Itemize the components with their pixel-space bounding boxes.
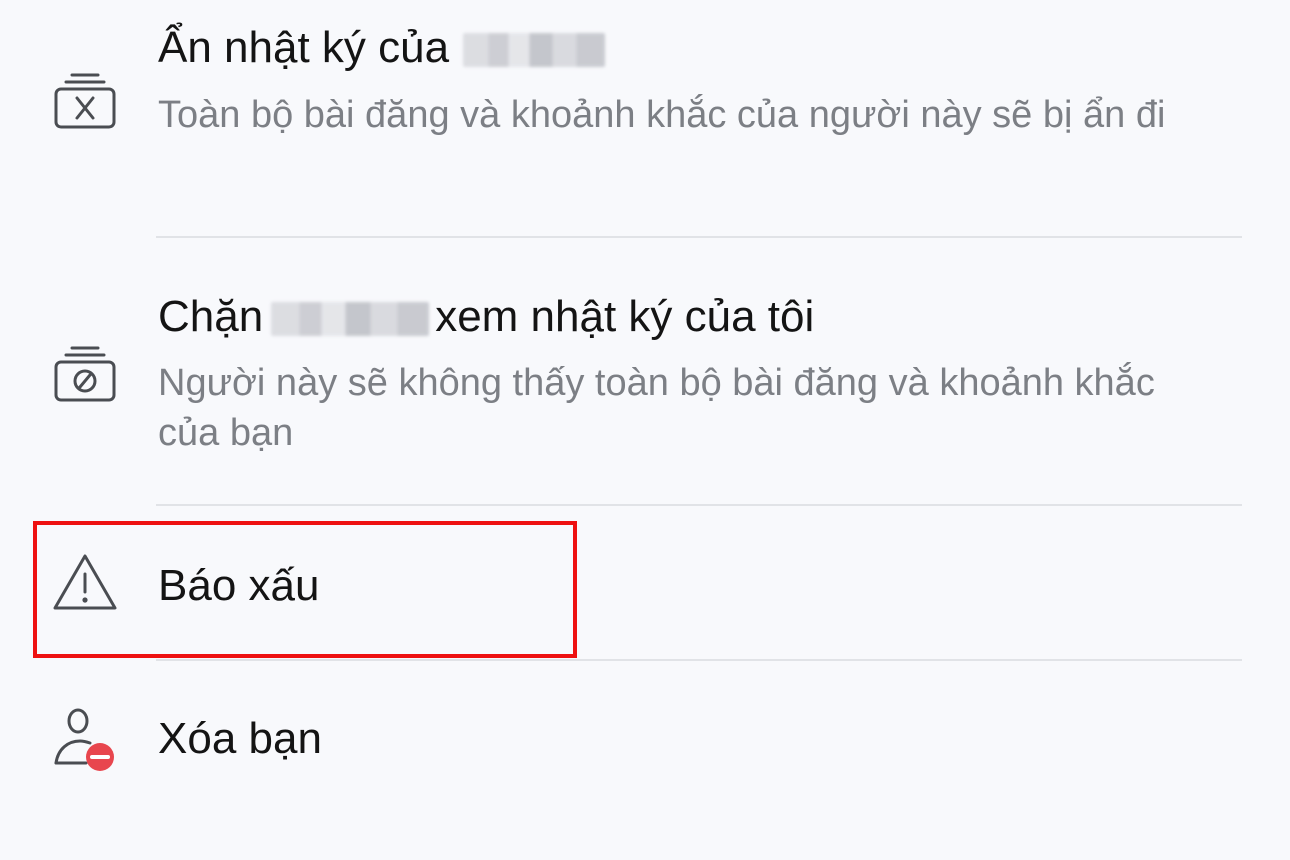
block-feed-icon bbox=[50, 336, 120, 406]
friend-options-menu: Ẩn nhật ký của Toàn bộ bài đăng và khoản… bbox=[0, 0, 1290, 860]
report-highlight-box bbox=[33, 521, 577, 658]
remove-friend-icon bbox=[50, 705, 120, 775]
hide-diary-title: Ẩn nhật ký của bbox=[158, 22, 609, 74]
block-viewing-description: Người này sẽ không thấy toàn bộ bài đăng… bbox=[158, 362, 1155, 454]
block-viewing-item[interactable]: Chặn xem nhật ký của tôi Người này sẽ khô… bbox=[0, 238, 1290, 505]
unfriend-title: Xóa bạn bbox=[158, 714, 322, 763]
hide-feed-icon bbox=[50, 63, 120, 133]
hide-diary-item[interactable]: Ẩn nhật ký của Toàn bộ bài đăng và khoản… bbox=[0, 0, 1290, 238]
unfriend-item[interactable]: Xóa bạn bbox=[0, 661, 1290, 821]
redacted-name bbox=[271, 302, 430, 337]
redacted-name bbox=[463, 33, 606, 68]
block-viewing-title: Chặn xem nhật ký của tôi bbox=[158, 292, 815, 341]
hide-diary-description: Toàn bộ bài đăng và khoảnh khắc của ngườ… bbox=[158, 94, 1166, 136]
